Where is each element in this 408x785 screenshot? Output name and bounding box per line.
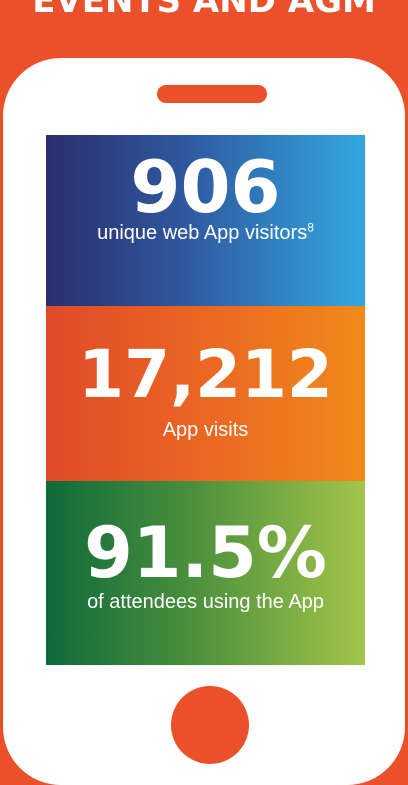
home-button-icon [171,686,249,764]
page-title: EVENTS AND AGM [32,0,376,21]
stat-panel-visitors: 906 unique web App visitors8 [46,135,365,306]
speaker-icon [157,85,267,103]
stat-value: 906 [130,145,281,229]
phone-icon: 906 unique web App visitors8 17,212 App … [3,58,405,785]
stat-label: App visits [162,419,249,441]
stat-value: 91.5% [84,512,327,594]
stat-label: of attendees using the App [87,591,324,613]
stat-panel-visits: 17,212 App visits [46,306,365,481]
stat-panel-usage: 91.5% of attendees using the App [46,481,365,665]
stat-label-wrap: unique web App visitors8 [46,220,365,244]
stat-label: unique web App visitors [97,222,308,244]
footnote-marker: 8 [307,220,314,235]
stat-value: 17,212 [78,336,333,413]
